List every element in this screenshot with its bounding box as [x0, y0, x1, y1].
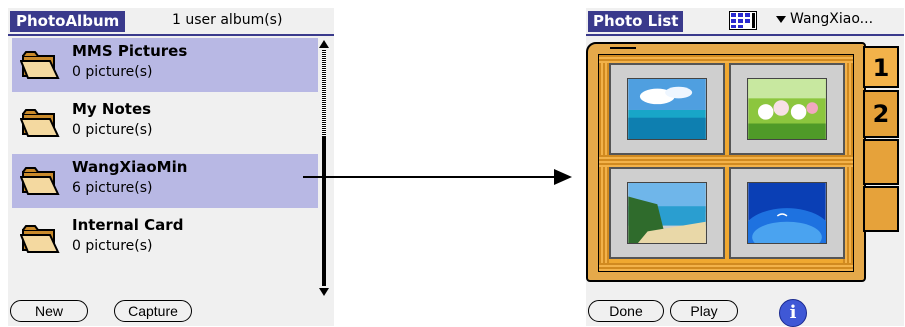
photo-list-screen: Photo List WangXiao... 1 2 Done Play i: [586, 8, 904, 327]
album-selector-value: WangXiao...: [790, 11, 874, 27]
photo-thumbnail[interactable]: [609, 167, 725, 259]
capture-button[interactable]: Capture: [114, 300, 192, 322]
photo-image: [627, 182, 707, 244]
folder-icon: [20, 225, 60, 253]
new-button[interactable]: New: [10, 300, 88, 322]
title-divider: [8, 34, 334, 36]
photo-thumbnail[interactable]: [609, 63, 725, 155]
folder-icon: [20, 167, 60, 195]
photo-thumbnail[interactable]: [729, 63, 845, 155]
photo-book: [586, 42, 866, 282]
album-count-info: 1 user album(s): [172, 12, 283, 28]
album-picture-count: 0 picture(s): [72, 122, 153, 138]
album-item-internal-card[interactable]: Internal Card 0 picture(s): [12, 212, 318, 266]
info-icon[interactable]: i: [779, 299, 807, 327]
app-title[interactable]: PhotoAlbum: [10, 11, 126, 32]
photo-image: [747, 78, 827, 140]
photo-thumbnail[interactable]: [729, 167, 845, 259]
photoalbum-screen: PhotoAlbum 1 user album(s) MMS Pictures …: [8, 8, 334, 326]
album-name: WangXiaoMin: [72, 158, 188, 176]
page-tab-1[interactable]: 1: [863, 46, 899, 88]
scroll-track[interactable]: [322, 136, 326, 286]
done-button[interactable]: Done: [588, 300, 664, 322]
photo-list-title[interactable]: Photo List: [588, 11, 684, 32]
album-name: My Notes: [72, 100, 152, 118]
page-tab-3[interactable]: [863, 139, 899, 185]
album-item-my-notes[interactable]: My Notes 0 picture(s): [12, 96, 318, 150]
title-divider: [586, 34, 904, 36]
play-button[interactable]: Play: [670, 300, 738, 322]
arrow-head-icon: [554, 169, 572, 185]
page-border-stripe: [599, 55, 853, 63]
scroll-thumb[interactable]: [322, 50, 326, 136]
title-bar: PhotoAlbum 1 user album(s): [8, 8, 334, 36]
book-spine-mark: [610, 47, 636, 49]
dropdown-triangle-icon: [776, 15, 786, 23]
page-tab-2[interactable]: 2: [863, 90, 899, 138]
photo-image: [747, 182, 827, 244]
folder-icon: [20, 109, 60, 137]
page-tab-4[interactable]: [863, 186, 899, 232]
arrow-line: [303, 176, 555, 178]
album-picture-count: 6 picture(s): [72, 180, 153, 196]
page-divider-stripe: [599, 155, 853, 167]
album-name: Internal Card: [72, 216, 184, 234]
album-item-mms-pictures[interactable]: MMS Pictures 0 picture(s): [12, 38, 318, 92]
album-picture-count: 0 picture(s): [72, 64, 153, 80]
thumbnail-view-icon[interactable]: [729, 11, 757, 30]
photo-page: [598, 54, 854, 272]
album-picture-count: 0 picture(s): [72, 238, 153, 254]
album-selector[interactable]: WangXiao...: [776, 11, 873, 27]
page-border-stripe: [599, 263, 853, 271]
album-item-wangxiaomin[interactable]: WangXiaoMin 6 picture(s): [12, 154, 318, 208]
album-name: MMS Pictures: [72, 42, 188, 60]
photo-image: [627, 78, 707, 140]
scroll-down-arrow-icon[interactable]: [319, 288, 329, 296]
scroll-up-arrow-icon[interactable]: [319, 40, 329, 48]
folder-icon: [20, 51, 60, 79]
album-list-scrollbar[interactable]: [319, 40, 331, 302]
